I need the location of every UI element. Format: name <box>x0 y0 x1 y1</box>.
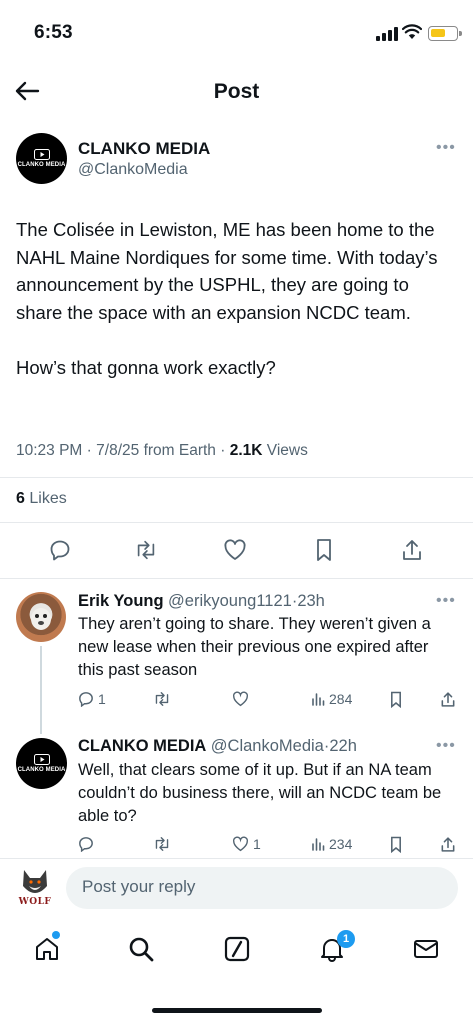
share-icon[interactable] <box>400 538 424 562</box>
like-icon <box>232 691 249 707</box>
author-avatar[interactable]: CLANKO MEDIA <box>16 133 67 184</box>
play-icon <box>33 754 50 765</box>
notifications-badge: 1 <box>337 930 355 948</box>
reply-like-button[interactable] <box>232 691 249 707</box>
reply-repost-button[interactable] <box>153 691 171 707</box>
play-icon <box>33 149 50 160</box>
grok-icon[interactable] <box>223 935 251 963</box>
post-text: The Colisée in Lewiston, ME has been hom… <box>16 219 438 378</box>
views-icon <box>312 838 325 851</box>
avatar-logo-text: CLANKO MEDIA <box>17 162 66 168</box>
bookmark-icon <box>391 836 401 853</box>
likes-count: 6 <box>16 490 25 507</box>
more-options-icon[interactable]: ••• <box>436 737 456 755</box>
views-count: 2.1K <box>229 442 263 459</box>
reply-avatar[interactable] <box>16 592 66 642</box>
divider <box>0 477 473 478</box>
reply-icon <box>79 837 93 852</box>
reply-share-button[interactable] <box>440 691 456 708</box>
post-date: 7/8/25 <box>96 442 140 459</box>
reply-share-button[interactable] <box>440 836 456 853</box>
reply-views-button[interactable]: 284 <box>311 691 352 707</box>
cellular-signal-icon <box>376 27 398 41</box>
wifi-icon <box>401 24 423 45</box>
post-time: 10:23 PM <box>16 442 83 459</box>
reply-views-button[interactable]: 234 <box>311 836 352 852</box>
bookmark-icon[interactable] <box>312 538 336 562</box>
like-icon <box>232 836 249 852</box>
reply-like-count: 1 <box>253 836 261 852</box>
reply-reply-button[interactable] <box>78 836 94 852</box>
reply-header: CLANKO MEDIA @ClankoMedia·22h <box>78 737 357 755</box>
home-indicator <box>152 1008 322 1013</box>
reply-age: 23h <box>297 592 325 610</box>
my-avatar-text: WOLF <box>18 897 52 907</box>
repost-icon <box>155 692 169 706</box>
reply-like-button[interactable]: 1 <box>232 836 261 852</box>
page-title: Post <box>213 80 260 103</box>
reply-bookmark-button[interactable] <box>389 836 403 853</box>
reply-reply-button[interactable]: 1 <box>78 691 106 707</box>
likes-summary[interactable]: 6 Likes <box>16 490 67 508</box>
thread-line <box>40 646 42 734</box>
divider <box>0 858 473 859</box>
reply-author-handle[interactable]: @erikyoung1121 <box>168 592 292 610</box>
reply-author-name[interactable]: Erik Young <box>78 592 164 610</box>
reply-views-count: 234 <box>329 836 353 852</box>
reply-author-handle[interactable]: @ClankoMedia <box>211 737 324 755</box>
back-arrow-icon[interactable] <box>14 80 40 107</box>
reply-age: 22h <box>329 737 357 755</box>
more-options-icon[interactable]: ••• <box>436 139 456 157</box>
my-avatar[interactable]: WOLF <box>16 866 54 910</box>
reply-bookmark-button[interactable] <box>389 691 403 708</box>
like-icon[interactable] <box>223 538 247 562</box>
reply-icon <box>79 692 93 707</box>
divider <box>0 578 473 579</box>
views-label: Views <box>266 442 308 459</box>
reply-avatar[interactable]: CLANKO MEDIA <box>16 738 67 789</box>
author-handle[interactable]: @ClankoMedia <box>78 161 188 179</box>
reply-icon[interactable] <box>48 538 72 562</box>
reply-text: Well, that clears some of it up. But if … <box>78 761 442 825</box>
avatar-logo-text: CLANKO MEDIA <box>17 767 66 773</box>
divider <box>0 522 473 523</box>
likes-label: Likes <box>29 490 67 507</box>
reply-text: They aren’t going to share. They weren’t… <box>78 615 431 679</box>
reply-views-count: 284 <box>329 691 353 707</box>
home-icon[interactable] <box>33 935 61 963</box>
post-meta: 10:23 PM · 7/8/25 from Earth · 2.1K View… <box>16 442 308 459</box>
reply-input-placeholder: Post your reply <box>82 877 196 896</box>
bookmark-icon <box>391 691 401 708</box>
views-icon <box>312 693 325 706</box>
share-icon <box>441 692 455 707</box>
post-source: from Earth <box>143 442 216 459</box>
status-time: 6:53 <box>34 22 73 43</box>
repost-icon <box>155 837 169 851</box>
repost-icon[interactable] <box>134 538 158 562</box>
reply-reply-count: 1 <box>98 691 106 707</box>
reply-repost-button[interactable] <box>153 836 171 852</box>
home-unread-dot <box>52 931 60 939</box>
reply-author-name[interactable]: CLANKO MEDIA <box>78 737 206 755</box>
reply-header: Erik Young @erikyoung1121·23h <box>78 592 325 610</box>
share-icon <box>441 837 455 852</box>
more-options-icon[interactable]: ••• <box>436 592 456 610</box>
author-name[interactable]: CLANKO MEDIA <box>78 139 210 159</box>
messages-icon[interactable] <box>412 935 440 963</box>
battery-icon <box>428 26 462 41</box>
search-icon[interactable] <box>127 935 155 963</box>
